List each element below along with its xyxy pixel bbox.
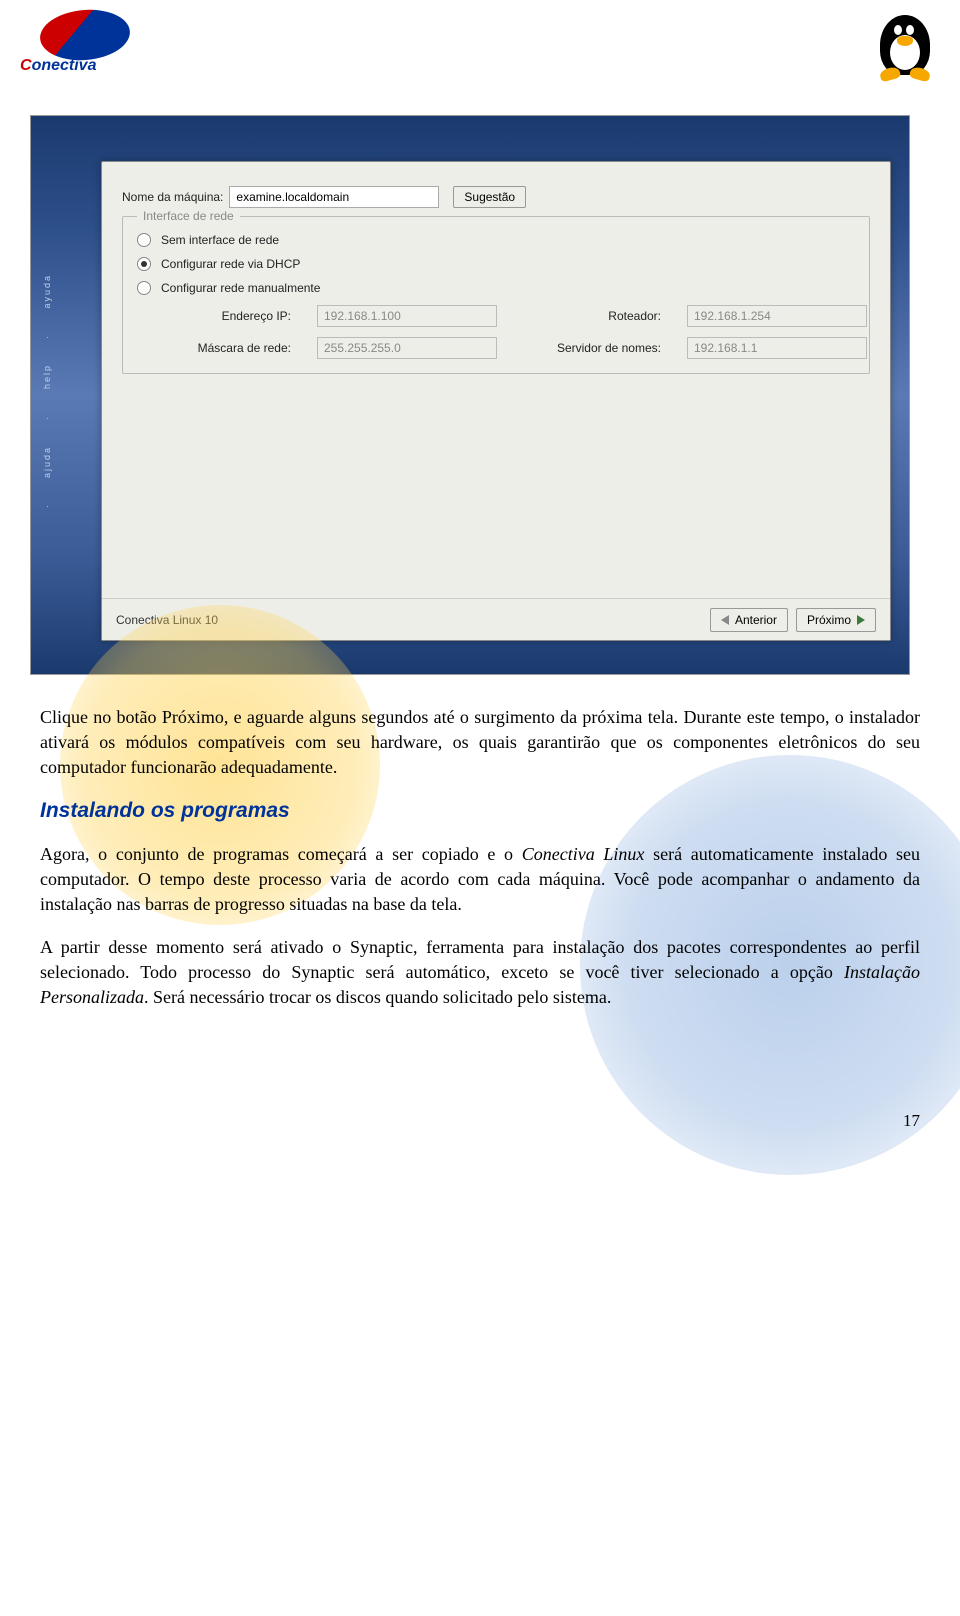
radio-label-dhcp: Configurar rede via DHCP [161, 257, 300, 271]
arrow-right-icon [857, 615, 865, 625]
radio-no-interface[interactable]: Sem interface de rede [137, 233, 855, 247]
hostname-input[interactable] [229, 186, 439, 208]
radio-label-none: Sem interface de rede [161, 233, 279, 247]
paragraph-2: Agora, o conjunto de programas começará … [40, 842, 920, 916]
ip-label: Endereço IP: [167, 309, 297, 323]
page-header: Conectiva [0, 0, 960, 85]
prev-button[interactable]: Anterior [710, 608, 788, 632]
nameserver-input [687, 337, 867, 359]
paragraph-3: A partir desse momento será ativado o Sy… [40, 935, 920, 1009]
text-span: A partir desse momento será ativado o Sy… [40, 937, 920, 982]
radio-icon [137, 233, 151, 247]
section-heading: Instalando os programas [40, 797, 920, 826]
text-span: . Será necessário trocar os discos quand… [144, 987, 611, 1007]
installer-screenshot: ayuda · help · ajuda · Nome da máquina: … [30, 115, 910, 675]
text-span: Agora, o conjunto de programas começará … [40, 844, 522, 864]
prev-button-label: Anterior [735, 613, 777, 627]
netmask-label: Máscara de rede: [167, 341, 297, 355]
next-button[interactable]: Próximo [796, 608, 876, 632]
help-sidebar-tab[interactable]: ayuda · help · ajuda · [39, 261, 55, 521]
netmask-input [317, 337, 497, 359]
page-number: 17 [40, 1109, 920, 1132]
network-interface-fieldset: Interface de rede Sem interface de rede … [122, 216, 870, 374]
router-input [687, 305, 867, 327]
radio-icon [137, 281, 151, 295]
document-body: Clique no botão Próximo, e aguarde algun… [0, 695, 960, 1163]
tux-logo [870, 10, 940, 85]
help-tab-ayuda: ayuda [42, 274, 52, 309]
network-config-dialog: Nome da máquina: Sugestão Interface de r… [101, 161, 891, 641]
conectiva-logo: Conectiva [20, 10, 150, 70]
help-tab-help: help [42, 364, 52, 389]
hostname-label: Nome da máquina: [122, 190, 223, 204]
emphasis: Conectiva Linux [522, 844, 645, 864]
arrow-left-icon [721, 615, 729, 625]
radio-icon [137, 257, 151, 271]
help-tab-ajuda: ajuda [42, 446, 52, 478]
suggest-button[interactable]: Sugestão [453, 186, 526, 208]
paragraph-1: Clique no botão Próximo, e aguarde algun… [40, 705, 920, 779]
radio-manual[interactable]: Configurar rede manualmente [137, 281, 855, 295]
router-label: Roteador: [517, 309, 667, 323]
ip-input [317, 305, 497, 327]
radio-dhcp[interactable]: Configurar rede via DHCP [137, 257, 855, 271]
next-button-label: Próximo [807, 613, 851, 627]
nameserver-label: Servidor de nomes: [517, 341, 667, 355]
radio-label-manual: Configurar rede manualmente [161, 281, 320, 295]
fieldset-legend: Interface de rede [137, 209, 240, 223]
